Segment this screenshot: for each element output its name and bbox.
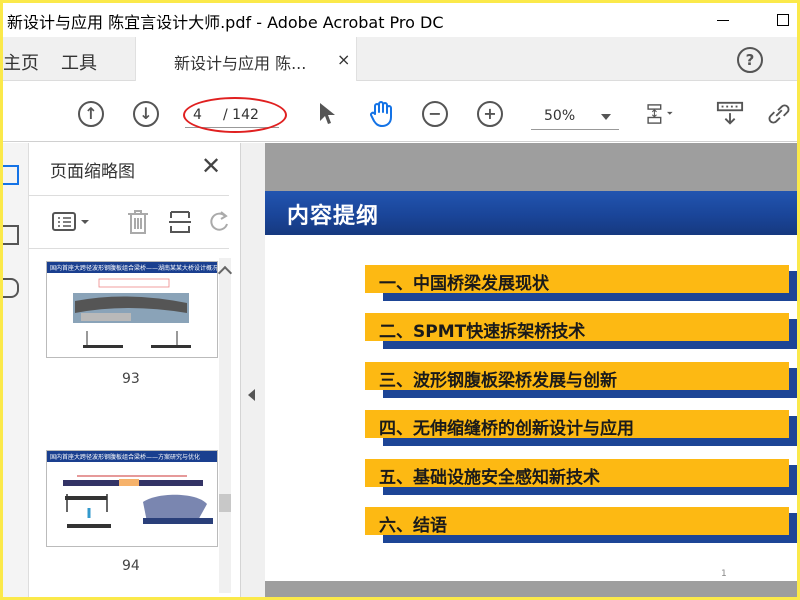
nav-tab-bar: 主页 工具 新设计与应用 陈... × ? — [3, 37, 797, 81]
trash-icon — [128, 210, 148, 234]
previous-page-button[interactable]: ↑ — [77, 100, 105, 128]
delete-page-button[interactable] — [125, 208, 151, 240]
outline-item-label: 五、基础设施安全感知新技术 — [379, 468, 600, 488]
list-options-icon — [52, 212, 89, 231]
structure-diagram-thumbnail — [63, 475, 213, 528]
thumbnail-header: 国内首座大跨径波形钢腹板组合梁桥——湖南某某大桥设计概况 — [47, 262, 218, 273]
outline-item-label: 二、SPMT快速拆架桥技术 — [379, 322, 586, 342]
outline-item: 五、基础设施安全感知新技术 — [365, 459, 797, 495]
thumbnail-page-number: 94 — [122, 558, 140, 574]
rotate-page-button[interactable] — [207, 208, 231, 240]
bookmarks-icon[interactable] — [3, 225, 19, 245]
minus-circle-icon: − — [422, 101, 448, 127]
chevron-down-icon — [601, 114, 611, 120]
minimize-button[interactable] — [710, 7, 736, 33]
chevron-left-icon — [248, 389, 255, 401]
thumbnail-options-button[interactable] — [51, 210, 95, 238]
outline-item-band: 一、中国桥梁发展现状 — [365, 265, 789, 294]
split-page-button[interactable] — [167, 208, 193, 240]
share-link-button[interactable] — [765, 100, 793, 128]
link-icon — [768, 104, 790, 124]
maximize-button[interactable] — [770, 7, 796, 33]
slide-page-number: 1 — [721, 569, 727, 579]
bridge-photo-thumbnail — [73, 278, 191, 348]
select-tool-button[interactable] — [313, 100, 341, 128]
slide-title: 内容提纲 — [287, 204, 380, 229]
page-thumbnails-icon[interactable] — [3, 165, 19, 185]
document-view[interactable]: 内容提纲 一、中国桥梁发展现状 二、SPMT快速拆架桥技术 三、波形钢腹板梁桥发… — [265, 143, 797, 597]
thumbnail-header-text: 国内首座大跨径波形钢腹板组合梁桥——湖南某某大桥设计概况 — [50, 265, 218, 272]
arrow-up-icon: ↑ — [78, 101, 104, 127]
outline-item: 二、SPMT快速拆架桥技术 — [365, 313, 797, 349]
thumbnail-header: 国内首座大跨径波形钢腹板组合梁桥——方案研究与优化 — [47, 451, 217, 462]
page-highlight-annotation — [183, 97, 287, 133]
outline-item: 三、波形钢腹板梁桥发展与创新 — [365, 362, 797, 398]
next-page-button[interactable]: ↓ — [132, 100, 160, 128]
slide-header-band: 内容提纲 — [265, 191, 797, 235]
thumbnail-page-93[interactable]: 国内首座大跨径波形钢腹板组合梁桥——湖南某某大桥设计概况 — [46, 261, 218, 358]
attachments-icon[interactable] — [3, 278, 19, 298]
thumbnails-panel: 页面缩略图 ✕ 国内首座大跨径波形钢腹板组合梁桥——湖南某某大桥设计概况 93 … — [29, 143, 241, 597]
zoom-in-button[interactable]: + — [476, 100, 504, 128]
left-icon-rail — [3, 143, 29, 597]
outline-item-band: 二、SPMT快速拆架桥技术 — [365, 313, 789, 342]
title-bar: 新设计与应用 陈宜言设计大师.pdf - Adobe Acrobat Pro D… — [3, 3, 797, 37]
keyboard-download-button[interactable] — [716, 100, 744, 128]
document-tab[interactable]: 新设计与应用 陈... × — [135, 37, 357, 81]
outline-item: 六、结语 — [365, 507, 797, 543]
slide-page: 内容提纲 一、中国桥梁发展现状 二、SPMT快速拆架桥技术 三、波形钢腹板梁桥发… — [265, 191, 797, 581]
cursor-arrow-icon — [320, 103, 335, 124]
outline-item: 一、中国桥梁发展现状 — [365, 265, 797, 301]
document-tab-close-button[interactable]: × — [337, 50, 350, 69]
keyboard-icon — [716, 101, 744, 125]
acrobat-window: 新设计与应用 陈宜言设计大师.pdf - Adobe Acrobat Pro D… — [3, 3, 797, 597]
zoom-out-button[interactable]: − — [421, 100, 449, 128]
outline-item-label: 四、无伸缩缝桥的创新设计与应用 — [379, 419, 634, 439]
panel-close-button[interactable]: ✕ — [201, 152, 221, 180]
page-display-button[interactable] — [646, 100, 674, 128]
zoom-value: 50% — [544, 108, 576, 124]
scrollbar-thumb[interactable] — [219, 494, 231, 512]
page-split-icon — [169, 211, 191, 233]
plus-circle-icon: + — [477, 101, 503, 127]
outline-item-band: 六、结语 — [365, 507, 789, 536]
thumbnail-header-text: 国内首座大跨径波形钢腹板组合梁桥——方案研究与优化 — [50, 454, 201, 461]
tab-home[interactable]: 主页 — [3, 49, 39, 75]
outline-item: 四、无伸缩缝桥的创新设计与应用 — [365, 410, 797, 446]
window-title: 新设计与应用 陈宜言设计大师.pdf - Adobe Acrobat Pro D… — [7, 13, 444, 32]
outline-item-band: 五、基础设施安全感知新技术 — [365, 459, 789, 488]
panel-toolbar — [29, 195, 229, 249]
thumbnail-page-94[interactable]: 国内首座大跨径波形钢腹板组合梁桥——方案研究与优化 — [46, 450, 218, 547]
help-icon[interactable]: ? — [737, 47, 763, 73]
tab-tools[interactable]: 工具 — [61, 49, 97, 75]
chevron-up-icon[interactable] — [217, 265, 233, 281]
hand-tool-button[interactable] — [367, 100, 395, 128]
minimize-icon — [717, 19, 729, 21]
panel-title: 页面缩略图 — [50, 162, 135, 182]
thumbnail-page-number: 93 — [122, 371, 140, 387]
outline-item-band: 四、无伸缩缝桥的创新设计与应用 — [365, 410, 789, 439]
document-tab-label: 新设计与应用 陈... — [174, 54, 307, 73]
rotate-icon — [210, 211, 228, 231]
outline-item-label: 六、结语 — [379, 516, 447, 536]
toolbar: ↑ ↓ 4 / 142 − + 50% — [3, 82, 797, 142]
arrow-down-icon: ↓ — [133, 101, 159, 127]
fit-page-icon — [647, 104, 673, 124]
hand-icon — [370, 101, 392, 127]
zoom-select[interactable]: 50% — [531, 104, 619, 130]
maximize-icon — [777, 14, 789, 26]
outline-item-label: 一、中国桥梁发展现状 — [379, 274, 549, 294]
outline-item-label: 三、波形钢腹板梁桥发展与创新 — [379, 371, 617, 391]
panel-collapse-handle[interactable] — [241, 143, 265, 597]
thumbnail-scrollbar[interactable] — [217, 258, 233, 593]
document-gutter — [265, 581, 797, 597]
outline-item-band: 三、波形钢腹板梁桥发展与创新 — [365, 362, 789, 391]
